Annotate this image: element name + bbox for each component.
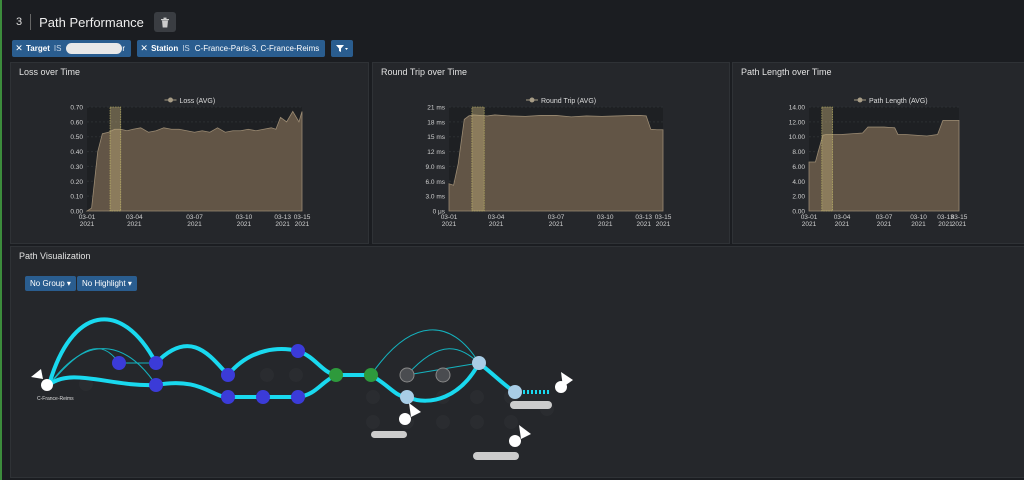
y-tick-label: 15 ms <box>427 134 445 141</box>
path-length-panel: Path Length over Time Path Length (AVG) 0… <box>732 62 1024 244</box>
x-tick-label: 03-13 <box>635 214 652 221</box>
y-tick-label: 3.0 ms <box>425 194 445 201</box>
path-graph[interactable]: C-France-Reims <box>11 247 1024 477</box>
filter-key: Target <box>26 44 50 53</box>
x-tick-year: 2021 <box>911 221 926 228</box>
origin-agent-node[interactable] <box>31 369 53 391</box>
x-tick-year: 2021 <box>442 221 457 228</box>
y-tick-label: 0.70 <box>70 105 83 112</box>
filter-chip-station[interactable]: ✕ Station IS C-France-Paris-3, C-France-… <box>137 40 326 57</box>
y-tick-label: 9.0 ms <box>425 164 445 171</box>
legend-label: Path Length (AVG) <box>869 98 928 105</box>
round-trip-chart[interactable]: Round Trip (AVG)0 μs3.0 ms6.0 ms9.0 ms12… <box>373 63 729 243</box>
round-trip-panel: Round Trip over Time Round Trip (AVG) 0 μ… <box>372 62 730 244</box>
x-tick-year: 2021 <box>802 221 817 228</box>
legend-marker <box>857 97 863 103</box>
filter-operator: IS <box>53 44 62 53</box>
selection-band <box>471 106 485 212</box>
loss-panel: Loss over Time Loss (AVG) 0.00 0.10 0.20 0.3… <box>10 62 369 244</box>
x-tick-label: 03-04 <box>834 214 851 221</box>
trash-icon <box>160 17 169 27</box>
x-tick-year: 2021 <box>549 221 564 228</box>
x-tick-year: 2021 <box>237 221 252 228</box>
origin-label: C-France-Reims <box>37 396 74 402</box>
x-tick-year: 2021 <box>295 221 310 228</box>
x-tick-year: 2021 <box>656 221 671 228</box>
path-visualization-panel: Path Visualization No Group ▾ No Highlig… <box>10 246 1024 478</box>
remove-filter-icon[interactable]: ✕ <box>137 43 151 54</box>
filter-key: Station <box>151 44 179 53</box>
x-tick-year: 2021 <box>275 221 290 228</box>
filter-value-suffix: r <box>122 44 126 53</box>
legend-label: Round Trip (AVG) <box>541 98 596 105</box>
filter-bar: ✕ Target IS r ✕ Station IS C-France-Pari… <box>12 40 354 57</box>
x-tick-label: 03-07 <box>548 214 565 221</box>
x-tick-year: 2021 <box>80 221 95 228</box>
y-tick-label: 10.00 <box>789 134 806 141</box>
x-tick-label: 03-10 <box>236 214 253 221</box>
x-tick-label: 03-01 <box>801 214 818 221</box>
x-tick-label: 03-15 <box>655 214 672 221</box>
x-tick-year: 2021 <box>877 221 892 228</box>
x-tick-year: 2021 <box>127 221 142 228</box>
y-tick-label: 0.50 <box>70 134 83 141</box>
x-tick-year: 2021 <box>952 221 967 228</box>
selection-band <box>821 106 833 212</box>
legend-marker <box>529 97 535 103</box>
y-tick-label: 6.00 <box>792 164 805 171</box>
x-tick-label: 03-15 <box>951 214 968 221</box>
legend-label: Loss (AVG) <box>180 98 216 105</box>
y-tick-label: 8.00 <box>792 149 805 156</box>
add-filter-button[interactable] <box>331 40 354 57</box>
x-tick-label: 03-13 <box>274 214 291 221</box>
x-tick-year: 2021 <box>187 221 202 228</box>
legend-marker <box>168 97 173 103</box>
x-tick-label: 03-01 <box>79 214 96 221</box>
y-tick-label: 0.30 <box>70 164 83 171</box>
x-tick-label: 03-04 <box>488 214 505 221</box>
y-tick-label: 0.60 <box>70 119 83 126</box>
y-tick-label: 12.00 <box>789 119 806 126</box>
y-tick-label: 4.00 <box>792 179 805 186</box>
delete-section-button[interactable] <box>153 12 176 32</box>
section-accent-bar <box>0 0 2 480</box>
y-tick-label: 18 ms <box>427 119 445 126</box>
section-number: 3 <box>16 16 23 28</box>
y-tick-label: 0.10 <box>70 194 83 201</box>
x-tick-year: 2021 <box>835 221 850 228</box>
x-tick-label: 03-10 <box>597 214 614 221</box>
destination-agent-node[interactable] <box>473 425 531 460</box>
y-tick-label: 6.0 ms <box>425 179 445 186</box>
redacted-value <box>66 43 123 54</box>
y-tick-label: 0.20 <box>70 179 83 186</box>
remove-filter-icon[interactable]: ✕ <box>12 43 26 54</box>
x-tick-label: 03-15 <box>294 214 311 221</box>
filter-chip-target[interactable]: ✕ Target IS r <box>12 40 132 57</box>
selection-band <box>109 106 122 212</box>
x-tick-year: 2021 <box>489 221 504 228</box>
y-tick-label: 21 ms <box>427 105 445 112</box>
hop-nodes[interactable] <box>112 344 522 404</box>
y-tick-label: 0.40 <box>70 149 83 156</box>
x-tick-year: 2021 <box>598 221 613 228</box>
filter-value: C-France-Paris-3, C-France-Reims <box>194 44 320 53</box>
x-tick-label: 03-07 <box>876 214 893 221</box>
x-tick-label: 03-04 <box>126 214 143 221</box>
x-tick-year: 2021 <box>637 221 652 228</box>
y-tick-label: 14.00 <box>789 105 806 112</box>
loss-chart[interactable]: Loss (AVG)0.000.100.200.300.400.500.600.… <box>11 63 368 243</box>
filter-operator: IS <box>182 44 190 53</box>
section-header: 3 Path Performance <box>8 8 176 36</box>
header-divider <box>30 14 32 30</box>
filter-icon <box>336 44 349 52</box>
y-tick-label: 12 ms <box>427 149 445 156</box>
x-tick-label: 03-10 <box>910 214 927 221</box>
path-length-chart[interactable]: Path Length (AVG)0.002.004.006.008.0010.… <box>733 63 1024 243</box>
x-tick-label: 03-01 <box>441 214 458 221</box>
x-tick-label: 03-07 <box>186 214 203 221</box>
section-title: Path Performance <box>39 14 144 30</box>
y-tick-label: 2.00 <box>792 194 805 201</box>
